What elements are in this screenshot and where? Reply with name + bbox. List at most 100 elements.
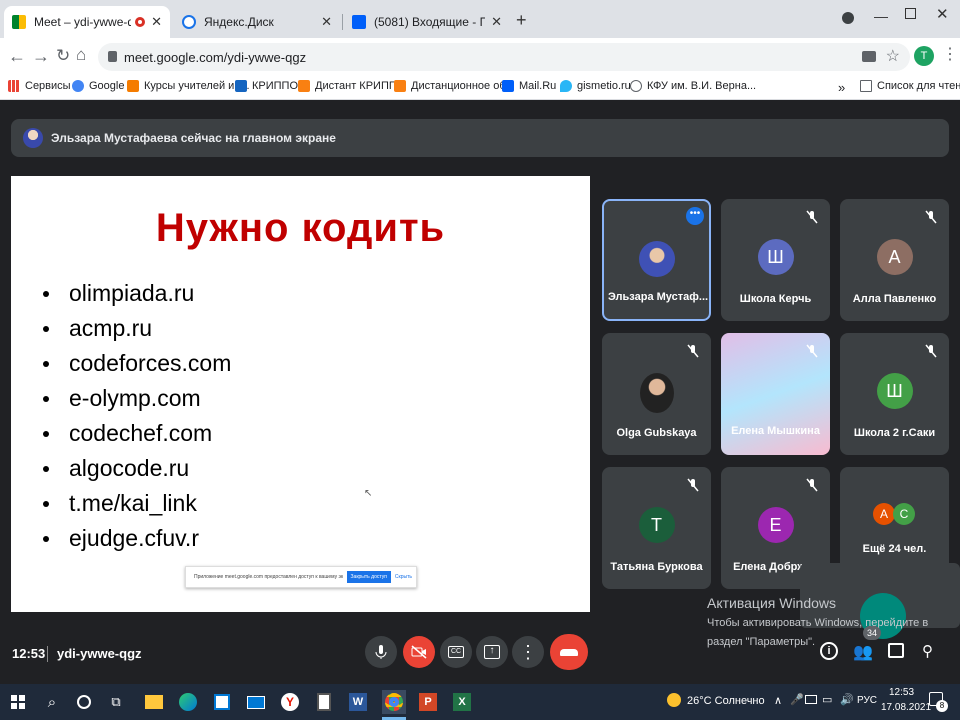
new-tab-button[interactable]: + (516, 10, 527, 31)
divider (47, 646, 48, 662)
slide-title: Нужно кодить (155, 206, 446, 250)
tray-mic-icon[interactable]: 🎤 (790, 693, 804, 706)
presenter-banner-text: Эльзара Мустафаева сейчас на главном экр… (51, 131, 336, 145)
participant-tile[interactable]: Ш Школа 2 г.Саки (840, 333, 949, 455)
bookmarks-bar: Сервисы Google Курсы учителей ин... КРИП… (0, 76, 960, 100)
language-indicator[interactable]: РУС (857, 695, 877, 706)
captions-button[interactable]: CC (440, 636, 472, 668)
bookmark-kfu[interactable]: КФУ им. В.И. Верна... (630, 80, 756, 92)
yandex-logo-icon: Y (281, 693, 299, 711)
participant-avatar: Е (757, 507, 794, 543)
participant-name: Школа 2 г.Саки (853, 427, 936, 439)
windows-start-icon[interactable] (6, 690, 30, 714)
chrome-taskbar-icon[interactable] (382, 690, 406, 714)
cortana-ring-icon (77, 695, 91, 709)
tray-network-icon[interactable] (805, 695, 817, 704)
participant-tile[interactable]: ••• Эльзара Мустаф... (602, 199, 711, 321)
mail-app-icon[interactable] (244, 690, 268, 714)
store-icon[interactable] (210, 690, 234, 714)
weather-text[interactable]: 26°C Солнечно (687, 695, 765, 707)
powerpoint-icon[interactable]: P (416, 690, 440, 714)
meeting-details-icon[interactable]: i (820, 642, 838, 660)
forward-icon[interactable]: → (32, 46, 50, 67)
participant-tile[interactable]: Olga Gubskaya (602, 333, 711, 455)
stop-sharing-button[interactable]: Закрыть доступ (346, 571, 391, 583)
leave-call-button[interactable] (550, 634, 588, 670)
tray-monitor-icon[interactable]: ▭ (822, 693, 832, 706)
clock-time[interactable]: 12:53 (889, 687, 914, 698)
reload-icon[interactable]: ↻ (56, 46, 70, 66)
clock-date[interactable]: 17.08.2021 (881, 702, 931, 713)
tab-mail[interactable]: (5081) Входящие - Почта Mail.ru ✕ (344, 6, 510, 38)
address-bar[interactable]: meet.google.com/ydi-ywwe-qgz ☆ (98, 43, 910, 71)
edge-icon[interactable] (176, 690, 200, 714)
more-options-button[interactable]: ⋮ (512, 636, 544, 668)
back-icon[interactable]: ← (8, 46, 26, 67)
word-icon[interactable]: W (346, 690, 370, 714)
reading-list-icon (860, 80, 872, 92)
task-view-icon[interactable]: ⧉ (104, 690, 128, 714)
reading-list-button[interactable]: Список для чтения (860, 80, 960, 92)
file-explorer-icon[interactable] (142, 690, 166, 714)
participant-name: Эльзара Мустаф... (608, 291, 709, 303)
participant-tile[interactable]: Елена Мышкина (721, 333, 830, 455)
chat-icon[interactable] (888, 643, 904, 658)
menu-kebab-icon[interactable]: ⋮ (942, 46, 958, 64)
home-icon[interactable]: ⌂ (76, 45, 86, 65)
present-button[interactable]: ↑ (476, 636, 508, 668)
bookmarks-overflow[interactable]: » (838, 80, 845, 95)
meeting-time: 12:53 (12, 646, 46, 661)
participant-tile[interactable]: Ш Школа Керчь (721, 199, 830, 321)
krippo-icon (235, 80, 247, 92)
excel-icon[interactable]: X (450, 690, 474, 714)
participant-tile[interactable]: А Алла Павленко (840, 199, 949, 321)
word-logo-icon: W (349, 693, 367, 711)
more-participants-label: Ещё 24 чел. (862, 543, 927, 555)
bookmark-google[interactable]: Google (72, 80, 124, 92)
bookmark-courses[interactable]: Курсы учителей ин... (127, 80, 250, 92)
close-tab-icon[interactable]: ✕ (151, 14, 162, 30)
notification-count-badge: 8 (936, 700, 948, 712)
people-icon[interactable]: 👥 (853, 642, 873, 662)
activities-icon[interactable]: ⚲ (922, 642, 933, 660)
tray-chevron-icon[interactable]: ∧ (774, 694, 782, 707)
slide-bullet: acmp.ru (43, 315, 152, 342)
close-tab-icon[interactable]: ✕ (491, 14, 502, 30)
close-window-icon[interactable]: ✕ (936, 5, 949, 23)
cast-icon[interactable] (862, 51, 876, 62)
tray-volume-icon[interactable]: 🔊 (840, 693, 854, 706)
people-count-badge: 34 (863, 626, 881, 640)
url-text: meet.google.com/ydi-ywwe-qgz (124, 49, 307, 65)
participant-name: Алла Павленко (852, 293, 937, 305)
bookmark-distant-krippo[interactable]: Дистант КРИППО (298, 80, 405, 92)
participant-tile[interactable]: Т Татьяна Буркова (602, 467, 711, 589)
minimize-icon[interactable]: — (874, 8, 888, 24)
tab-meet[interactable]: Meet – ydi-ywwe-qgz ✕ (4, 6, 170, 38)
globe-icon (630, 80, 642, 92)
yandex-browser-icon[interactable]: Y (278, 690, 302, 714)
bookmark-gismeteo[interactable]: gismetio.ru (560, 80, 631, 92)
close-tab-icon[interactable]: ✕ (321, 14, 332, 30)
calculator-icon[interactable] (312, 690, 336, 714)
cortana-icon[interactable] (72, 690, 96, 714)
bookmark-services[interactable]: Сервисы (8, 80, 71, 92)
mic-muted-icon (806, 478, 818, 492)
camera-button[interactable] (403, 636, 435, 668)
tab-yandex-disk[interactable]: Яндекс.Диск ✕ (174, 6, 340, 38)
bullet-dot (43, 430, 49, 437)
bookmark-distance-learning[interactable]: Дистанционное об... (394, 80, 515, 92)
profile-avatar[interactable]: T (914, 46, 934, 66)
maximize-icon[interactable] (905, 8, 916, 19)
search-icon[interactable]: ⌕ (40, 690, 64, 714)
bookmark-mailru[interactable]: Mail.Ru (502, 80, 556, 92)
participant-avatar: А (876, 239, 913, 275)
bookmark-star-icon[interactable]: ☆ (886, 46, 900, 66)
participant-photo (639, 373, 674, 413)
participant-name: Елена Мышкина (731, 425, 820, 437)
microphone-button[interactable] (365, 636, 397, 668)
hide-notice-button[interactable]: Скрыть (395, 574, 412, 580)
tab-search-icon[interactable] (842, 12, 854, 24)
bookmark-krippo[interactable]: КРИППО (235, 80, 298, 92)
captions-icon: CC (448, 646, 464, 658)
more-options-icon[interactable]: ••• (686, 207, 704, 225)
